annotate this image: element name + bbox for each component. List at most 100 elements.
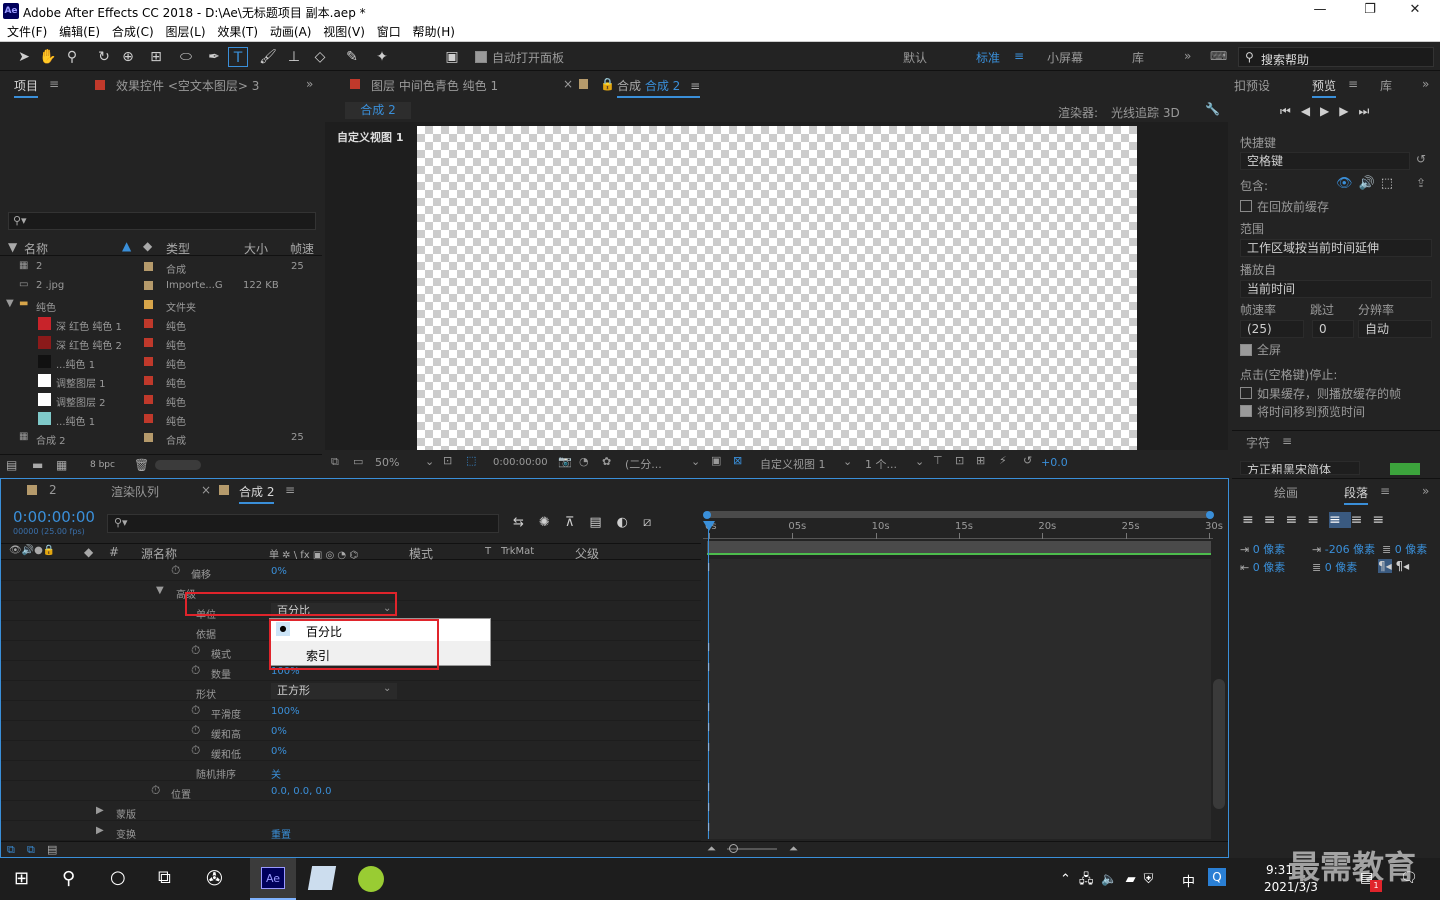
- play-icon[interactable]: ▶: [1320, 104, 1339, 118]
- zoom-out-icon[interactable]: ⏶: [707, 842, 716, 856]
- col-mode[interactable]: 模式: [409, 545, 433, 562]
- views-dropdown[interactable]: 1 个...: [865, 456, 897, 472]
- shield-icon[interactable]: ⛨: [1144, 872, 1162, 887]
- panel-more-icon[interactable]: »: [1422, 77, 1429, 91]
- project-item[interactable]: ▦ 合成 2 合成 25: [0, 428, 320, 447]
- twirl-right-icon[interactable]: ▶: [96, 805, 104, 816]
- label-color-swatch[interactable]: [144, 300, 153, 309]
- layer-search[interactable]: ⚲▾: [107, 514, 499, 533]
- tab-library[interactable]: 库: [1380, 77, 1392, 94]
- lock-icon[interactable]: 🔒: [600, 77, 615, 91]
- property-row[interactable]: ▶ 变换 重置: [1, 821, 701, 841]
- keyframe-marker-icon[interactable]: I: [707, 661, 710, 674]
- panel-more-icon[interactable]: »: [306, 77, 313, 91]
- always-preview-icon[interactable]: ⧉: [331, 455, 339, 469]
- resolution-dropdown[interactable]: (二分...: [625, 456, 662, 472]
- keyframe-marker-icon[interactable]: I: [707, 701, 710, 714]
- keyframe-marker-icon[interactable]: I: [707, 641, 710, 654]
- workspace-small[interactable]: 小屏幕: [1047, 49, 1083, 66]
- tab-preview-menu-icon[interactable]: ≡: [1348, 77, 1358, 91]
- minimize-icon[interactable]: —: [1310, 2, 1330, 22]
- new-folder-icon[interactable]: ▬: [32, 458, 43, 472]
- project-item[interactable]: 深 红色 纯色 1 纯色: [0, 314, 320, 333]
- stopwatch-icon[interactable]: ⏱: [191, 643, 200, 658]
- col-type[interactable]: 类型: [166, 240, 190, 257]
- twirl-down-icon[interactable]: ▼: [6, 298, 14, 309]
- exposure-value[interactable]: +0.0: [1041, 456, 1068, 469]
- indent-left[interactable]: ⇥ 0 像素: [1240, 541, 1285, 557]
- pin-tool-icon[interactable]: ✦: [372, 47, 392, 67]
- property-row[interactable]: ⏱ 缓和低 0%: [1, 741, 701, 761]
- grid-icon[interactable]: ⊠: [733, 454, 742, 467]
- ime-indicator[interactable]: 中: [1182, 871, 1195, 890]
- col-name[interactable]: 名称: [24, 240, 48, 257]
- ltr-icon[interactable]: ¶◂: [1378, 559, 1392, 573]
- stopwatch-icon[interactable]: ⏱: [191, 723, 200, 738]
- label-color-swatch[interactable]: [144, 376, 153, 385]
- tab-character[interactable]: 字符: [1246, 434, 1270, 451]
- property-row[interactable]: ⏱ 平滑度 100%: [1, 701, 701, 721]
- time-ruler[interactable]: 0s 05s 10s 15s 20s 25s 30s: [703, 521, 1223, 539]
- close-tab-icon[interactable]: ×: [201, 483, 211, 497]
- expand-inout-icon[interactable]: ▤: [47, 843, 57, 856]
- pen-tool-icon[interactable]: ✒: [204, 47, 224, 67]
- tab-comp[interactable]: 合成 合成 2 ≡: [617, 77, 701, 98]
- tab-comp-menu-icon[interactable]: ≡: [690, 79, 700, 93]
- shy-icon[interactable]: ⊼: [565, 515, 590, 530]
- tab-preview[interactable]: 预览: [1312, 77, 1337, 98]
- playhead-icon[interactable]: [703, 521, 715, 531]
- anchor-tool-icon[interactable]: ⊞: [146, 47, 166, 67]
- zoom-tool-icon[interactable]: ⚲: [62, 47, 82, 67]
- tab-timeline-comp[interactable]: 合成 2: [239, 483, 275, 504]
- composition-flowchart-icon[interactable]: ⇆: [513, 515, 539, 530]
- tab-timeline-menu-icon[interactable]: ≡: [285, 483, 295, 497]
- export-icon[interactable]: ⇪: [1416, 176, 1426, 190]
- menu-effect[interactable]: 效果(T): [213, 24, 262, 41]
- prev-frame-icon[interactable]: ◀: [1301, 104, 1320, 118]
- work-area-start-handle[interactable]: [703, 511, 711, 519]
- show-snapshot-icon[interactable]: ◔: [579, 455, 589, 468]
- timecode[interactable]: 0:00:00:00: [13, 508, 95, 526]
- property-value[interactable]: 0%: [271, 566, 287, 577]
- nvidia-icon[interactable]: ▰: [1126, 872, 1144, 887]
- indent-first[interactable]: ⇥ -206 像素: [1312, 541, 1375, 557]
- project-item[interactable]: ▭ 2 .jpg Importe...G 122 KB: [0, 276, 320, 295]
- twirl-down-icon[interactable]: ▼: [156, 585, 164, 596]
- justify-last-right-icon[interactable]: ≡: [1351, 512, 1373, 528]
- expand-switches-icon[interactable]: ⧉: [27, 843, 35, 857]
- project-item[interactable]: ▼ ▬ 纯色 文件夹: [0, 295, 320, 314]
- sync-icon[interactable]: ⌨: [1210, 49, 1227, 63]
- space-after[interactable]: ≣ 0 像素: [1312, 559, 1357, 575]
- interpret-icon[interactable]: ▤: [6, 458, 17, 472]
- auto-open-checkbox[interactable]: [475, 51, 487, 63]
- tab-paint[interactable]: 绘画: [1274, 484, 1298, 501]
- set3d-icon[interactable]: ⊤: [933, 454, 943, 467]
- stopwatch-icon[interactable]: ⏱: [151, 783, 160, 798]
- toggle-icon[interactable]: ⊡: [955, 454, 964, 467]
- tab-effect-controls[interactable]: 效果控件 <空文本图层> 3: [116, 77, 259, 94]
- res-dropdown[interactable]: 自动: [1358, 320, 1432, 338]
- roto-tool-icon[interactable]: ✎: [342, 47, 362, 67]
- property-value[interactable]: 0%: [271, 746, 287, 757]
- last-frame-icon[interactable]: ⏭: [1359, 104, 1380, 118]
- stopwatch-icon[interactable]: ⏱: [191, 663, 200, 678]
- renderer-value[interactable]: 光线追踪 3D: [1111, 104, 1180, 121]
- property-dropdown[interactable]: 正方形: [271, 683, 397, 699]
- space-after-value[interactable]: 0 像素: [1325, 561, 1358, 574]
- property-value[interactable]: 0.0, 0.0, 0.0: [271, 786, 331, 797]
- menu-composition[interactable]: 合成(C): [108, 24, 158, 41]
- reset-exposure-icon[interactable]: ↺: [1023, 454, 1032, 467]
- align-right-icon[interactable]: ≡: [1285, 512, 1307, 528]
- panel-icon[interactable]: ▣: [442, 47, 462, 67]
- stopwatch-icon[interactable]: ⏱: [191, 743, 200, 758]
- fast-preview-icon[interactable]: ⚡: [999, 454, 1007, 467]
- tab-paragraph-menu-icon[interactable]: ≡: [1380, 484, 1390, 498]
- keyframe-marker-icon[interactable]: I: [707, 801, 710, 814]
- menu-layer[interactable]: 图层(L): [161, 24, 209, 41]
- action-center-icon[interactable]: 🗨: [1400, 870, 1418, 886]
- property-row[interactable]: 随机排序 关: [1, 761, 701, 781]
- workspace-default[interactable]: 默认: [903, 49, 927, 66]
- transparent-canvas[interactable]: [417, 126, 1137, 450]
- property-value[interactable]: 0%: [271, 726, 287, 737]
- ae-taskbar-item[interactable]: Ae: [250, 858, 296, 900]
